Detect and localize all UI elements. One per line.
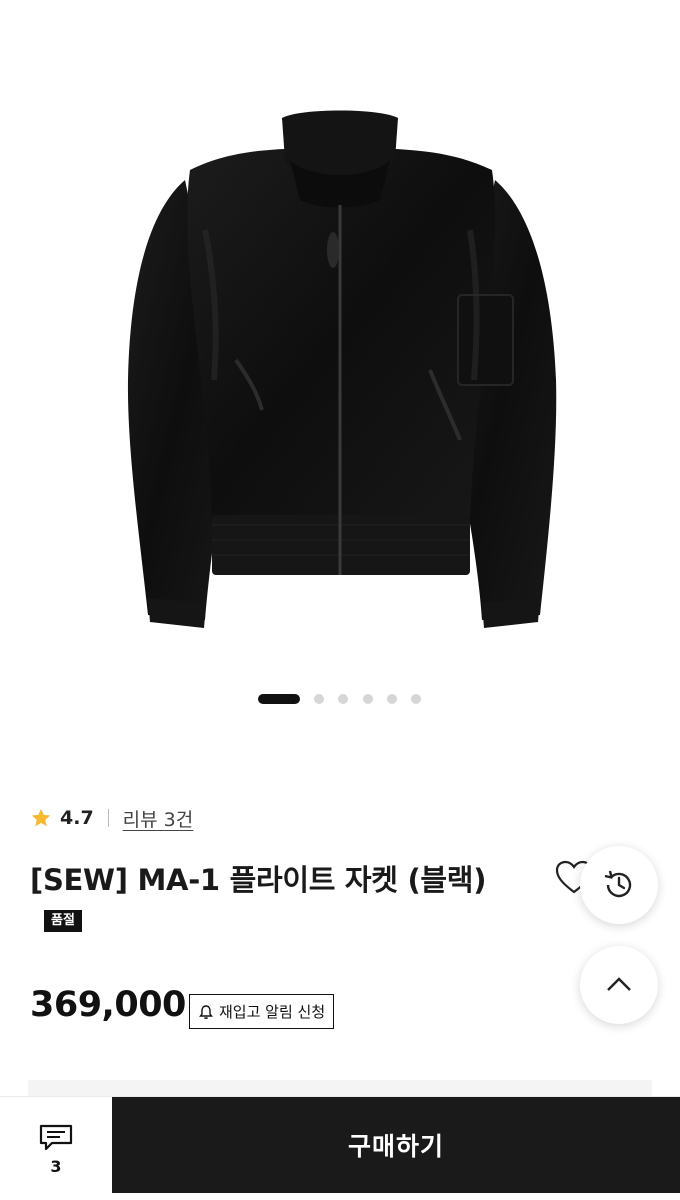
jacket-illustration — [127, 110, 557, 628]
product-price: 369,000 — [30, 985, 186, 1025]
carousel-dot[interactable] — [363, 694, 373, 704]
buy-button[interactable]: 구매하기 — [112, 1097, 680, 1193]
carousel-dot[interactable] — [411, 694, 421, 704]
restock-alert-button[interactable]: 재입고 알림 신청 — [189, 994, 335, 1029]
rating-row: 4.7 리뷰 3건 — [30, 803, 193, 833]
scroll-top-button[interactable] — [580, 946, 658, 1024]
review-link[interactable]: 리뷰 3건 — [123, 805, 194, 832]
product-image[interactable] — [0, 0, 680, 680]
chevron-up-icon — [607, 977, 631, 991]
chat-icon — [39, 1124, 73, 1150]
carousel-dot[interactable] — [387, 694, 397, 704]
history-icon — [604, 870, 632, 898]
product-title: [SEW] MA-1 플라이트 자켓 (블랙) — [30, 863, 487, 897]
bottom-action-bar: 3 구매하기 — [0, 1096, 680, 1200]
carousel-dot[interactable] — [338, 694, 348, 704]
carousel-indicator — [0, 694, 680, 706]
carousel-dot-active[interactable] — [258, 694, 300, 704]
sold-out-badge: 품절 — [44, 910, 82, 932]
bell-icon — [199, 1004, 213, 1019]
divider — [107, 809, 109, 827]
restock-label: 재입고 알림 신청 — [219, 1003, 326, 1021]
star-icon — [31, 808, 51, 827]
recent-history-button[interactable] — [580, 846, 658, 924]
rating-value: 4.7 — [60, 807, 94, 829]
section-divider — [28, 1080, 652, 1096]
chat-count: 3 — [50, 1156, 62, 1176]
chat-button[interactable]: 3 — [0, 1097, 112, 1200]
carousel-dot[interactable] — [314, 694, 324, 704]
